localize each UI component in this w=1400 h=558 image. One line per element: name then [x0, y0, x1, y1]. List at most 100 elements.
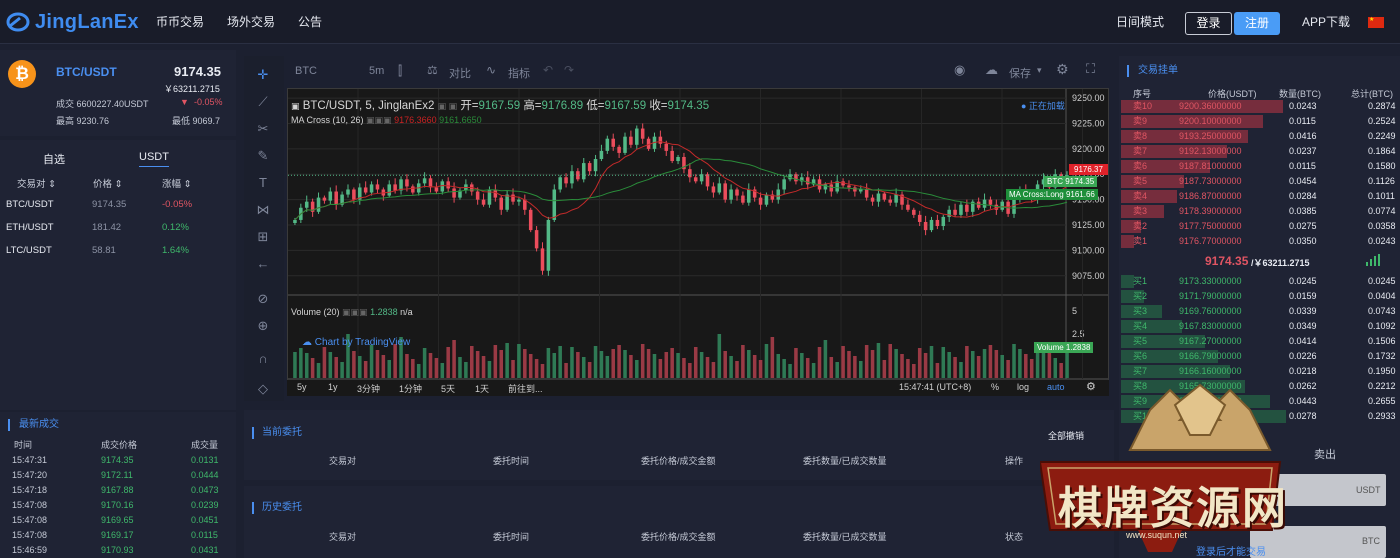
price-chart[interactable]: 9250.009225.009200.009175.009150.009125.…	[287, 88, 1109, 396]
volume-bar	[870, 350, 875, 378]
volume-controls-icon[interactable]: ▣▣▣	[342, 307, 368, 317]
volume-bar	[917, 348, 922, 378]
market-row[interactable]: BTC/USDT 9174.35 -0.05%	[0, 193, 236, 216]
pair-name[interactable]: BTC/USDT	[56, 65, 117, 79]
candle	[528, 209, 533, 231]
col-header-pair[interactable]: 交易对 ⇕	[17, 176, 56, 190]
ask-row[interactable]: 卖7 9192.13000000 0.0237 0.1864	[1121, 144, 1400, 159]
crosshair-icon[interactable]: ✛	[254, 66, 272, 84]
bid-row[interactable]: 买6 9166.79000000 0.0226 0.1732	[1121, 349, 1400, 364]
settings-icon[interactable]: ⚙	[1056, 61, 1069, 78]
volume-bar	[458, 357, 462, 378]
candle	[629, 136, 633, 145]
ask-index: 卖1	[1133, 236, 1148, 246]
save-button[interactable]: 保存	[1009, 65, 1031, 81]
nav-announcement[interactable]: 公告	[298, 0, 322, 44]
legend-collapse-icon[interactable]: ▣	[291, 101, 300, 111]
logo[interactable]: JingLanEx	[6, 9, 139, 35]
china-flag-icon[interactable]: ★	[1368, 17, 1384, 28]
volume-bar	[758, 360, 763, 378]
ask-row[interactable]: 卖5 9187.73000000 0.0454 0.1126	[1121, 174, 1400, 189]
nav-otc-trading[interactable]: 场外交易	[227, 0, 275, 44]
ask-row[interactable]: 卖1 9176.77000000 0.0350 0.0243	[1121, 234, 1400, 249]
compare-icon[interactable]: ⚖	[427, 63, 438, 77]
candle-type-icon[interactable]: ⫿	[398, 63, 402, 79]
bid-row[interactable]: 买4 9167.83000000 0.0349 0.1092	[1121, 319, 1400, 334]
volume-bar	[970, 351, 975, 378]
range-1min[interactable]: 1分钟	[399, 382, 422, 395]
login-button[interactable]: 登录	[1185, 12, 1232, 35]
indicators-icon[interactable]: ∿	[486, 63, 496, 77]
indicators-button[interactable]: 指标	[508, 65, 530, 81]
brush-icon[interactable]: ✎	[254, 147, 272, 165]
range-3min[interactable]: 3分钟	[357, 382, 380, 395]
nav-spot-trading[interactable]: 币币交易	[156, 0, 204, 44]
market-row-price: 181.42	[92, 222, 122, 233]
volume-bar	[640, 344, 645, 378]
market-row[interactable]: ETH/USDT 181.42 0.12%	[0, 216, 236, 239]
candle	[870, 197, 875, 202]
co-header-price: 委托价格/成交金额	[641, 456, 716, 466]
history-orders-title: 历史委托	[252, 502, 302, 514]
legend-controls-icon[interactable]: ▣ ▣	[438, 101, 458, 111]
ask-row[interactable]: 卖3 9178.39000000 0.0385 0.0774	[1121, 204, 1400, 219]
log-toggle[interactable]: log	[1017, 382, 1029, 392]
col-header-change[interactable]: 涨幅 ⇕	[162, 176, 192, 190]
tab-favorites[interactable]: 自选	[43, 151, 65, 167]
volume-bar	[369, 345, 374, 378]
pattern-icon[interactable]: ⋈	[254, 201, 272, 219]
ask-row[interactable]: 卖10 9200.36000000 0.0243 0.2874	[1121, 99, 1400, 114]
range-5d[interactable]: 5天	[441, 382, 455, 395]
cloud-icon[interactable]: ☁	[985, 62, 998, 78]
ho-header-time: 委托时间	[493, 532, 530, 542]
ask-row[interactable]: 卖2 9177.75000000 0.0275 0.0358	[1121, 219, 1400, 234]
tab-usdt[interactable]: USDT	[139, 151, 169, 167]
register-button[interactable]: 注册	[1234, 12, 1280, 35]
bid-amount: 0.0226	[1289, 351, 1317, 361]
app-download-link[interactable]: APP下载	[1302, 0, 1350, 44]
range-1d[interactable]: 1天	[475, 382, 489, 395]
trend-line-icon[interactable]: ⟋	[254, 93, 272, 111]
percent-toggle[interactable]: %	[991, 382, 999, 392]
bid-row[interactable]: 买3 9169.76000000 0.0339 0.0743	[1121, 304, 1400, 319]
lock-icon[interactable]: ◇	[254, 380, 272, 398]
goto-date[interactable]: 前往到...	[508, 382, 543, 395]
camera-icon[interactable]: ◉	[954, 62, 965, 78]
col-header-price[interactable]: 价格 ⇕	[93, 176, 123, 190]
bid-row[interactable]: 买5 9167.27000000 0.0414 0.1506	[1121, 334, 1400, 349]
range-5y[interactable]: 5y	[297, 382, 307, 392]
chevron-down-icon[interactable]: ▾	[1037, 65, 1042, 76]
volume-bar	[935, 363, 940, 378]
magnet-icon[interactable]: ∩	[254, 350, 272, 368]
market-row[interactable]: LTC/USDT 58.81 1.64%	[0, 239, 236, 262]
bid-index: 买1	[1133, 276, 1148, 286]
measure-icon[interactable]: ⊞	[254, 228, 272, 246]
bid-row[interactable]: 买7 9166.16000000 0.0218 0.1950	[1121, 364, 1400, 379]
interval-select[interactable]: 5m	[369, 65, 384, 77]
fullscreen-icon[interactable]: ⛶	[1086, 61, 1095, 77]
volume-bar	[699, 352, 704, 378]
bid-row[interactable]: 买1 9173.33000000 0.0245 0.0245	[1121, 274, 1400, 289]
tradingview-watermark[interactable]: ☁ Chart by TradingView	[302, 337, 410, 348]
ask-row[interactable]: 卖4 9186.87000000 0.0284 0.1011	[1121, 189, 1400, 204]
symbol-search[interactable]: BTC	[295, 65, 317, 77]
day-mode-toggle[interactable]: 日间模式	[1116, 0, 1164, 44]
back-arrow-icon[interactable]: ←	[254, 255, 272, 273]
bid-total: 0.2933	[1368, 411, 1396, 421]
ma-controls-icon[interactable]: ▣▣▣	[366, 115, 392, 125]
redo-icon[interactable]: ↷	[564, 63, 574, 77]
ask-row[interactable]: 卖9 9200.10000000 0.0115 0.2524	[1121, 114, 1400, 129]
ask-row[interactable]: 卖6 9187.81000000 0.0115 0.1580	[1121, 159, 1400, 174]
compare-button[interactable]: 对比	[449, 65, 471, 81]
ask-row[interactable]: 卖8 9193.25000000 0.0416 0.2249	[1121, 129, 1400, 144]
ruler-icon[interactable]: ⊘	[254, 290, 272, 308]
text-icon[interactable]: T	[254, 174, 272, 192]
bid-row[interactable]: 买2 9171.79000000 0.0159 0.0404	[1121, 289, 1400, 304]
volume-bar	[752, 355, 757, 378]
undo-icon[interactable]: ↶	[543, 63, 553, 77]
volume-bar	[717, 334, 722, 378]
fib-icon[interactable]: ✂	[254, 120, 272, 138]
range-1y[interactable]: 1y	[328, 382, 338, 392]
zoom-in-icon[interactable]: ⊕	[254, 317, 272, 335]
ask-price: 9177.75000000	[1179, 221, 1242, 231]
